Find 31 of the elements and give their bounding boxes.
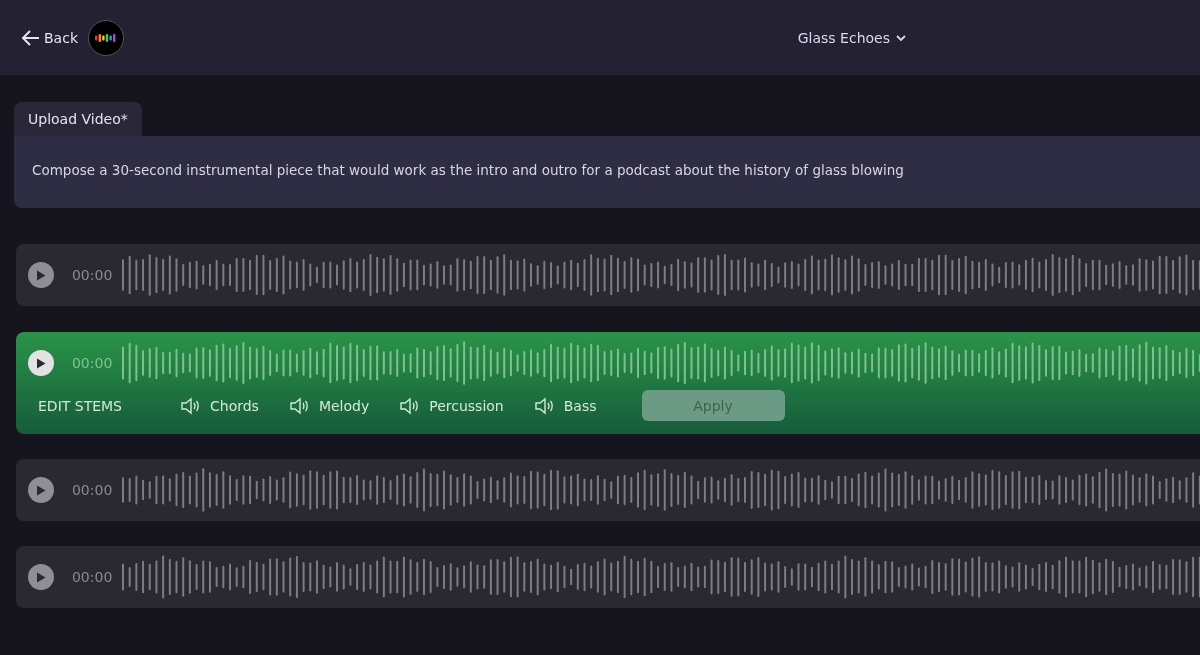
time-label: 00:00 [71,482,114,498]
prompt-text: Compose a 30-second instrumental piece that would work as the intro and outro for a podcast about the history of glass blowing [14,136,1200,208]
speaker-icon [288,396,309,415]
play-button[interactable] [28,477,54,503]
play-button[interactable] [28,564,54,590]
project-dropdown[interactable]: Glass Echoes [791,28,912,47]
track-card[interactable]: 00:00 [16,244,1200,306]
stem-toggle[interactable]: Chords [180,396,259,415]
speaker-icon [533,396,554,415]
stem-toggle[interactable]: Melody [288,396,370,415]
track-card[interactable]: 00:00 [16,459,1200,521]
play-icon [35,269,46,281]
play-icon [35,484,46,496]
edit-stems-label: EDIT STEMS [38,397,123,414]
back-link[interactable]: Back [20,28,78,47]
stem-toggle[interactable]: Percussion [399,396,504,415]
play-button[interactable] [28,262,54,288]
track-card[interactable]: 00:00 [16,546,1200,608]
play-button[interactable] [28,350,54,376]
time-label: 00:00 [71,267,114,283]
logo-icon[interactable] [88,19,124,56]
upload-video-tab[interactable]: Upload Video* [14,102,142,136]
play-icon [35,571,46,583]
time-label: 00:00 [71,569,114,585]
play-icon [35,357,46,369]
speaker-icon [180,396,200,415]
speaker-icon [399,396,420,415]
time-label: 00:00 [71,355,114,371]
chevron-down-icon [896,34,906,41]
stem-toggle[interactable]: Bass [533,396,597,415]
arrow-left-icon [20,28,40,47]
